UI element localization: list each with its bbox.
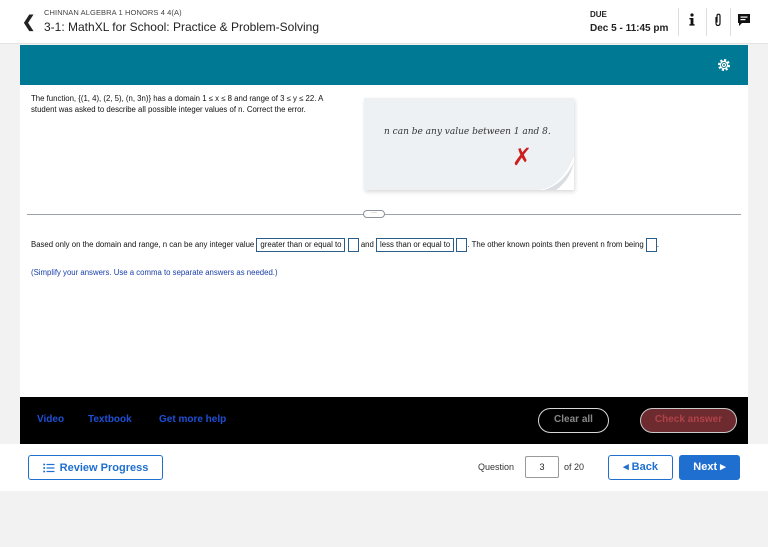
assignment-header: ❮ CHINNAN ALGEBRA 1 HONORS 4 4(A) 3-1: M… — [0, 0, 768, 44]
back-chevron-icon[interactable]: ❮ — [22, 12, 35, 32]
question-prompt: The function, {(1, 4), (2, 5), (n, 3n)} … — [31, 94, 323, 114]
video-link[interactable]: Video — [37, 414, 64, 425]
due-label: DUE — [590, 10, 607, 19]
header-separator — [678, 8, 679, 36]
clear-all-button[interactable]: Clear all — [538, 408, 609, 433]
answer-sentence: Based only on the domain and range, n ca… — [31, 236, 743, 253]
answer-box-3[interactable] — [645, 237, 657, 252]
answer-suffix: . The other known points then prevent n … — [467, 240, 644, 249]
question-panel: The function, {(1, 4), (2, 5), (n, 3n)} … — [20, 85, 748, 397]
question-toolbar — [20, 45, 748, 85]
assignment-title: 3-1: MathXL for School: Practice & Probl… — [44, 20, 320, 34]
answer-box-1[interactable] — [347, 237, 359, 252]
student-answer-note: n can be any value between 1 and 8. ✗ — [364, 98, 574, 190]
question-navigation: Review Progress Question 3 of 20 ◂ Back … — [0, 444, 768, 491]
paperclip-icon[interactable] — [708, 10, 728, 30]
answer-hint: (Simplify your answers. Use a comma to s… — [31, 268, 278, 277]
question-action-bar: Video Textbook Get more help Clear all C… — [20, 397, 748, 444]
answer-prefix: Based only on the domain and range, n ca… — [31, 240, 255, 249]
divider-drag-handle[interactable]: ··· — [363, 210, 385, 218]
due-date: Dec 5 - 11:45 pm — [590, 23, 669, 34]
question-number-input[interactable]: 3 — [525, 456, 559, 478]
back-button[interactable]: ◂ Back — [608, 455, 673, 480]
student-note-text: n can be any value between 1 and 8. — [384, 127, 551, 137]
and-word: and — [360, 240, 374, 249]
get-more-help-link[interactable]: Get more help — [159, 414, 226, 425]
comparison-dropdown-1[interactable]: greater than or equal to — [256, 237, 346, 252]
textbook-link[interactable]: Textbook — [88, 414, 132, 425]
list-icon — [42, 463, 55, 472]
page-curl-icon — [540, 156, 574, 190]
answer-box-2[interactable] — [456, 237, 468, 252]
header-separator — [706, 8, 707, 36]
check-answer-button[interactable]: Check answer — [640, 408, 737, 433]
answer-end: . — [656, 240, 660, 249]
review-progress-label: Review Progress — [59, 461, 149, 474]
info-icon[interactable] — [682, 10, 702, 30]
wrong-mark-icon: ✗ — [512, 143, 533, 171]
next-button[interactable]: Next ▸ — [679, 455, 740, 480]
settings-gear-icon[interactable] — [716, 57, 732, 73]
review-progress-button[interactable]: Review Progress — [28, 455, 163, 480]
comment-icon[interactable] — [734, 10, 754, 30]
course-name: CHINNAN ALGEBRA 1 HONORS 4 4(A) — [44, 8, 182, 17]
question-label: Question — [478, 462, 515, 472]
header-separator — [730, 8, 731, 36]
question-total: of 20 — [564, 462, 585, 472]
comparison-dropdown-2[interactable]: less than or equal to — [376, 237, 455, 252]
